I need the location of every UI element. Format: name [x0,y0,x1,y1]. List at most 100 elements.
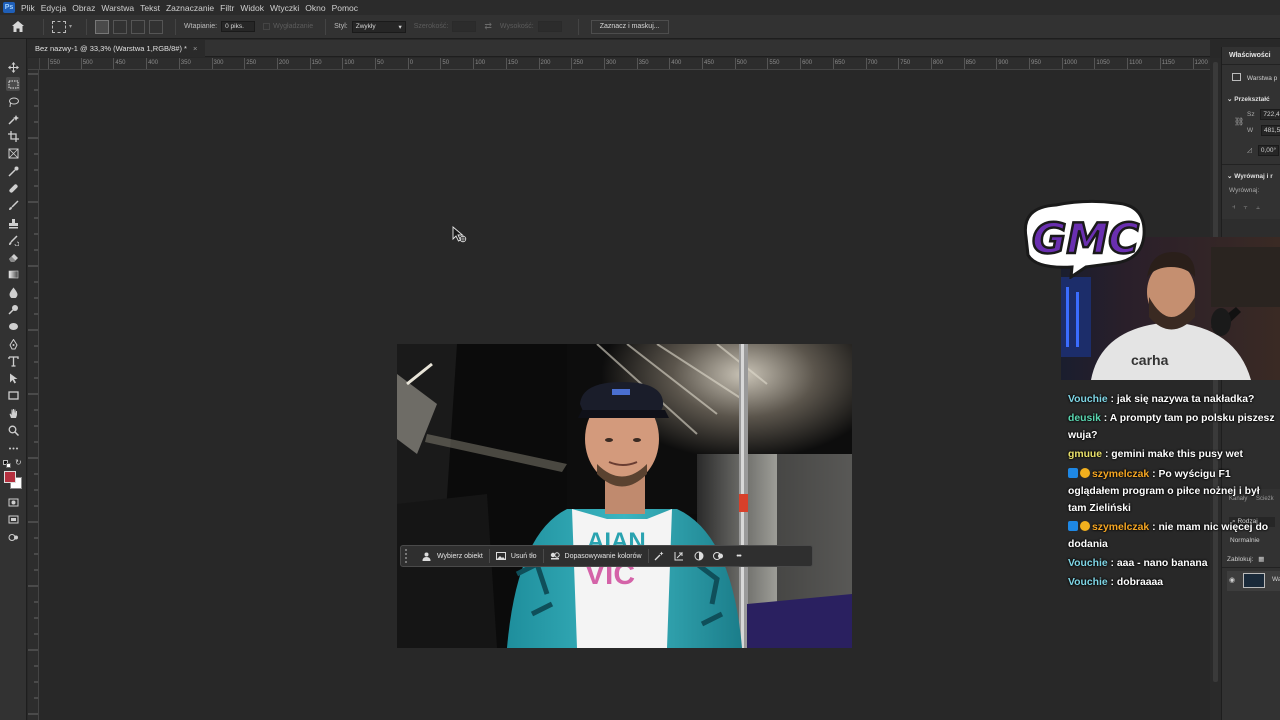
select-and-mask-button[interactable]: Zaznacz i maskuj... [590,19,669,34]
layer-photo[interactable]: AIAN VIC [397,344,852,648]
ruler-label: 200 [540,60,551,66]
ruler-label: 300 [605,60,616,66]
height-input[interactable] [537,21,562,32]
prime-badge-icon [1068,520,1078,531]
vertical-ruler[interactable] [28,70,39,720]
brush-tool-icon[interactable] [6,198,20,212]
color-match-icon [550,552,560,561]
adjustment-icon[interactable] [689,548,709,564]
link-icon[interactable]: ⛓ [1234,117,1244,126]
menu-image[interactable]: Obraz [72,3,95,13]
gmc-logo: GMC [1016,197,1148,281]
menu-file[interactable]: Plik [21,3,35,13]
marquee-tool-icon[interactable] [6,77,20,91]
eraser-tool-icon[interactable] [6,250,20,264]
align-right-icon[interactable]: ⫠ [1256,204,1268,211]
chat-username: szymelczak [1092,521,1150,533]
align-section-header[interactable]: ⌄ Wyrównaj i r [1227,172,1273,180]
healing-brush-tool-icon[interactable] [6,181,20,195]
gmc-logo-text: GMC [1032,214,1139,263]
foreground-color-swatch[interactable] [4,471,16,483]
svg-text:carha: carha [1131,352,1169,368]
zoom-tool-icon[interactable] [6,423,20,437]
angle-input[interactable]: 0,00° [1257,145,1280,156]
menu-edit[interactable]: Edycja [41,3,67,13]
path-selection-tool-icon[interactable] [6,371,20,385]
canvas-scrollbar[interactable] [1210,58,1221,720]
document-tab[interactable]: Bez nazwy-1 @ 33,3% (Warstwa 1,RGB/8#) *… [27,40,206,57]
menu-filter[interactable]: Filtr [220,3,234,13]
select-subject-button[interactable]: Wybierz obiekt [416,548,489,564]
lasso-tool-icon[interactable] [6,95,20,109]
menu-layer[interactable]: Warstwa [101,3,134,13]
swap-colors-icon[interactable]: ↻ [15,458,22,467]
eyedropper-tool-icon[interactable] [6,164,20,178]
chat-message: gmuue : gemini make this pusy wet [1068,446,1278,463]
align-label: Wyrównaj: [1229,187,1260,194]
new-selection-button[interactable] [95,19,110,34]
edit-toolbar-icon[interactable] [6,530,20,544]
default-colors-icon[interactable] [3,460,11,468]
marquee-preset-icon[interactable] [52,20,66,33]
ruler-origin[interactable] [28,58,40,70]
ruler-label: 100 [475,60,486,66]
horizontal-ruler[interactable]: 550 500 450 400 350 300 250 200 150 100 50 0 50 100 15… [40,58,1210,70]
style-select[interactable]: Zwykły ▾ [351,20,406,33]
align-center-icon[interactable]: ⫟ [1244,204,1256,211]
mask-icon[interactable] [709,548,729,564]
drag-handle-icon[interactable] [405,549,410,563]
menu-plugins[interactable]: Wtyczki [270,3,299,13]
crop-tool-icon[interactable] [6,129,20,143]
move-tool-icon[interactable] [6,60,20,74]
rectangle-tool-icon[interactable] [6,388,20,402]
menu-view[interactable]: Widok [240,3,264,13]
menu-select[interactable]: Zaznaczanie [166,3,214,13]
quick-mask-icon[interactable] [6,495,20,509]
screen-mode-icon[interactable] [6,512,20,526]
remove-background-button[interactable]: Usuń tło [490,548,543,564]
width-row: Sz 722,4 [1247,109,1280,120]
menu-help[interactable]: Pomoc [332,3,358,13]
antialias-checkbox[interactable] [263,23,271,30]
menu-window[interactable]: Okno [305,3,325,13]
width-input[interactable]: 722,4 [1260,109,1280,120]
sponge-tool-icon[interactable] [6,319,20,333]
image-icon [1232,73,1241,81]
dodge-tool-icon[interactable] [6,302,20,316]
align-left-icon[interactable]: ⫞ [1232,204,1244,211]
ruler-tick [244,58,246,69]
ruler-label: 400 [148,60,159,66]
type-tool-icon[interactable] [6,354,20,368]
clone-stamp-tool-icon[interactable] [6,216,20,230]
height-input[interactable]: 481,5 [1260,125,1280,136]
properties-title[interactable]: Właściwości [1229,52,1271,59]
contextual-task-bar: Wybierz obiekt Usuń tło Dopasowywanie ko… [400,545,813,567]
feather-input[interactable]: 0 piks. [221,21,256,32]
object-selection-tool-icon[interactable] [6,112,20,126]
hand-tool-icon[interactable] [6,406,20,420]
intersect-selection-button[interactable] [149,19,164,34]
generative-fill-icon[interactable] [649,548,669,564]
gradient-tool-icon[interactable] [6,267,20,281]
history-brush-tool-icon[interactable] [6,233,20,247]
frame-tool-icon[interactable] [6,146,20,160]
subtract-selection-button[interactable] [131,19,146,34]
swap-icon[interactable]: ⇄ [484,21,492,32]
width-input[interactable] [452,21,477,32]
more-tools-icon[interactable] [6,441,20,455]
transform-icon[interactable] [669,548,689,564]
prime-badge-icon [1068,467,1078,478]
color-match-button[interactable]: Dopasowywanie kolorów [544,548,648,564]
pen-tool-icon[interactable] [6,337,20,351]
chevron-down-icon[interactable]: ▾ [69,23,72,30]
photoshop-logo-icon[interactable]: Ps [3,2,15,13]
close-icon[interactable]: × [193,44,197,53]
blur-tool-icon[interactable] [6,285,20,299]
menu-type[interactable]: Tekst [140,3,160,13]
add-selection-button[interactable] [113,19,128,34]
more-options-icon[interactable]: ••• [729,548,749,564]
transform-section-header[interactable]: ⌄ Przekształć [1227,95,1270,103]
ruler-tick [734,58,736,69]
document-canvas[interactable]: AIAN VIC [40,71,1210,720]
home-icon[interactable] [11,20,25,34]
